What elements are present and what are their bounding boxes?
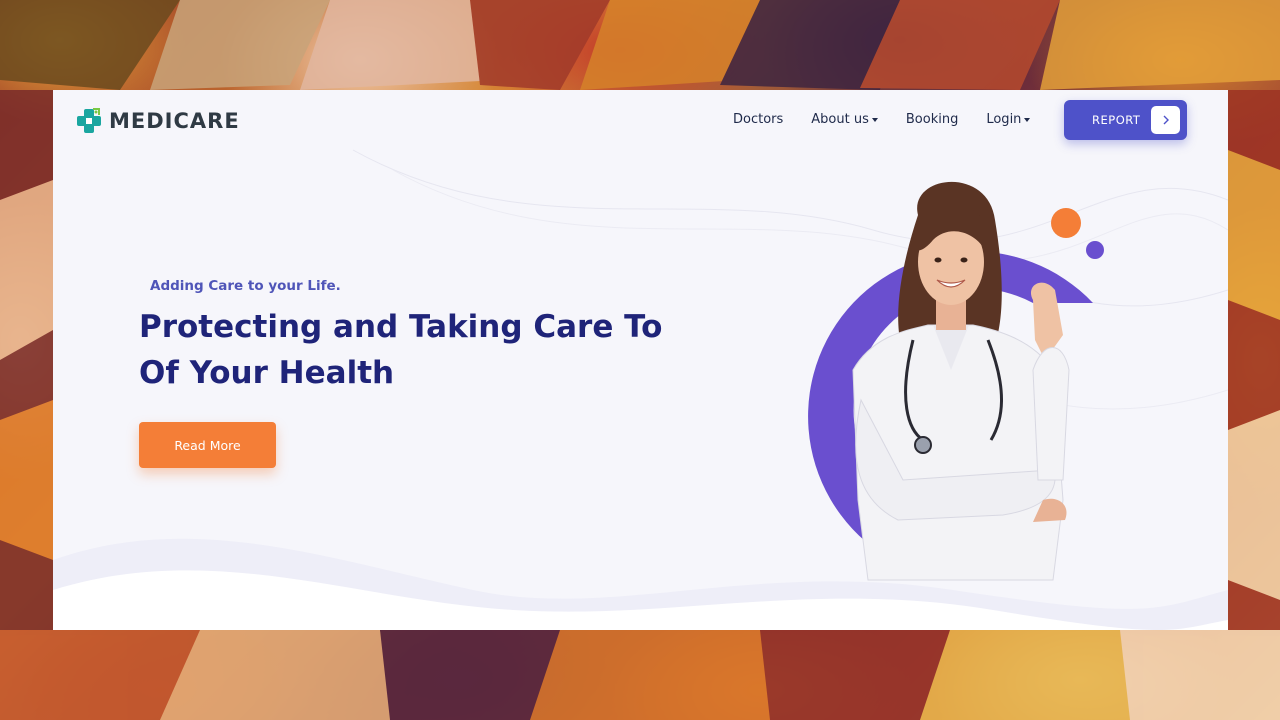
purple-dot <box>1086 241 1104 259</box>
caret-down-icon <box>871 118 878 122</box>
nav-label: About us <box>811 112 869 127</box>
orange-dot <box>1051 208 1081 238</box>
nav-label: Login <box>986 112 1022 127</box>
report-button[interactable]: REPORT <box>1064 100 1187 140</box>
nav-item-about-us[interactable]: About us <box>811 112 878 127</box>
nav-item-login[interactable]: Login <box>986 112 1031 127</box>
hero-headline: Protecting and Taking Care To Of Your He… <box>139 304 739 396</box>
read-more-button[interactable]: Read More <box>139 422 276 468</box>
nav-item-doctors[interactable]: Doctors <box>733 112 783 127</box>
nav-label: Booking <box>905 112 959 127</box>
report-button-label: REPORT <box>1092 113 1141 127</box>
doctor-figure <box>852 181 1070 581</box>
website-page: MEDICARE Doctors About us Booking Login … <box>53 90 1228 630</box>
headline-line-1: Protecting and Taking Care To <box>139 309 663 345</box>
medical-cross-icon <box>77 108 101 133</box>
hero-illustration <box>808 181 1104 581</box>
brand-logo[interactable]: MEDICARE <box>75 107 240 135</box>
nav-label: Doctors <box>733 112 784 127</box>
brand-name: MEDICARE <box>109 109 240 133</box>
main-nav: Doctors About us Booking Login <box>733 112 1031 127</box>
hero-tagline: Adding Care to your Life. <box>150 278 341 294</box>
nav-item-booking[interactable]: Booking <box>906 112 958 127</box>
headline-line-2: Of Your Health <box>139 355 395 391</box>
caret-down-icon <box>1024 118 1031 122</box>
chevron-right-icon <box>1151 106 1180 134</box>
